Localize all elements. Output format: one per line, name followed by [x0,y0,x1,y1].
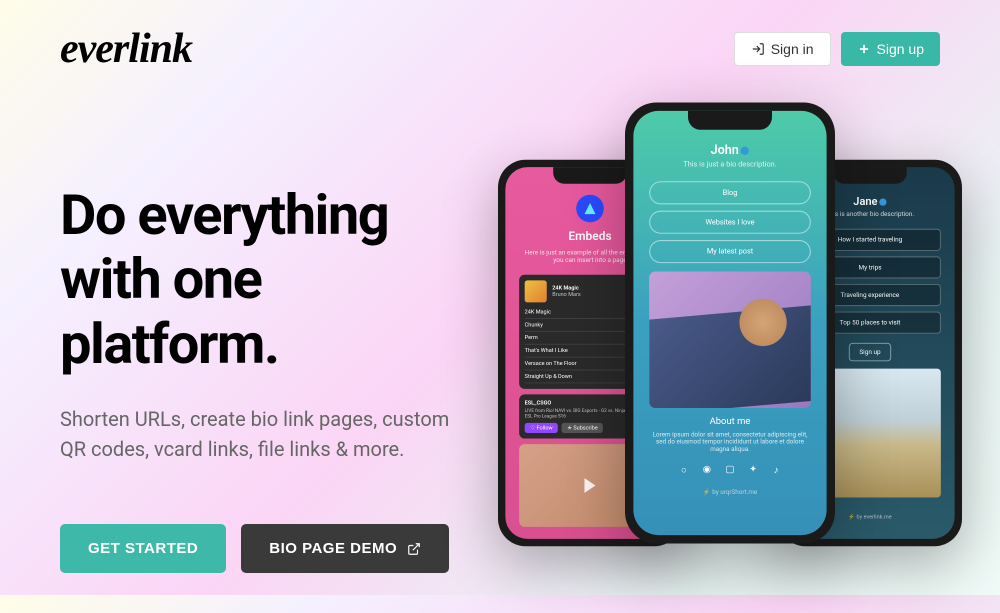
signup-button[interactable]: Sign up [841,32,940,66]
logo[interactable]: everlink [60,25,192,73]
signup-label: Sign up [877,41,924,57]
header: everlink Sign in Sign up [0,0,1000,73]
about-label: About me [649,416,811,427]
bio-link: My latest post [649,240,811,263]
profile-name: John [649,142,811,157]
phone-center: John This is just a bio description. Blo… [625,103,835,544]
hero-title: Do everything with one platform. [60,183,480,376]
profile-image [649,272,811,409]
hero-text: Do everything with one platform. Shorten… [60,113,480,613]
cta-buttons: GET STARTED BIO PAGE DEMO [60,524,480,573]
plus-icon [857,42,871,56]
phone-notch [553,167,627,184]
external-link-icon [407,542,421,556]
phones-showcase: Embeds Here is just an example of all th… [520,113,940,613]
hero-section: Do everything with one platform. Shorten… [0,73,1000,613]
bio-link: Blog [649,181,811,204]
signin-icon [751,42,765,56]
phone-screen-center: John This is just a bio description. Blo… [633,111,826,535]
bio-link: Websites I love [649,211,811,234]
profile-desc: This is just a bio description. [649,160,811,168]
demo-label: BIO PAGE DEMO [269,540,397,557]
phone-notch [688,111,772,130]
twitter-icon: ✦ [747,464,760,477]
auth-buttons: Sign in Sign up [734,32,940,66]
verified-badge-icon [741,146,749,154]
verified-badge-icon [879,198,886,205]
phone-notch [833,167,907,184]
social-icons: ○ ◉ ▢ ✦ ♪ [649,464,811,477]
get-started-label: GET STARTED [88,540,198,557]
avatar-icon [576,195,604,223]
instagram-icon: ▢ [724,464,737,477]
tiktok-icon: ♪ [770,464,783,477]
signin-button[interactable]: Sign in [734,32,831,66]
signup-link: Sign up [849,343,891,361]
play-icon [584,478,595,493]
messenger-icon: ◉ [701,464,714,477]
get-started-button[interactable]: GET STARTED [60,524,226,573]
whatsapp-icon: ○ [678,464,691,477]
signin-label: Sign in [771,41,814,57]
demo-button[interactable]: BIO PAGE DEMO [241,524,449,573]
hero-subtitle: Shorten URLs, create bio link pages, cus… [60,404,480,464]
